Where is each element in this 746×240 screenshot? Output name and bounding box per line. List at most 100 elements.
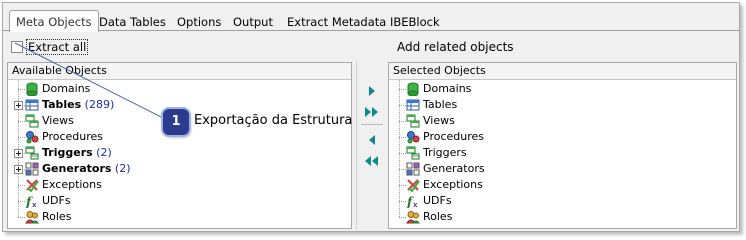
button-separator (361, 124, 383, 125)
object-type-name: Domains (42, 82, 91, 95)
tree-branch-line (399, 169, 406, 170)
svg-text:x: x (413, 201, 418, 208)
expand-plus-icon[interactable] (14, 101, 23, 110)
tree-node-label: Views (42, 113, 74, 129)
tree-branch-line (18, 201, 25, 202)
triggers-icon (406, 146, 420, 160)
tree-node-label: Triggers (2) (42, 145, 112, 161)
tree-branch-line (399, 201, 406, 202)
double-arrow-right-icon (365, 107, 378, 117)
add-related-objects-label: Add related objects (397, 40, 514, 54)
tree-branch-line (399, 105, 406, 106)
tree-node-label: Triggers (423, 145, 467, 161)
object-type-name: Roles (423, 210, 453, 223)
expand-plus-icon[interactable] (14, 165, 23, 174)
tree-node-roles[interactable]: Roles (389, 209, 736, 225)
tree-node-label: Exceptions (423, 177, 483, 193)
tree-branch-line (399, 153, 406, 154)
tables-icon (406, 99, 420, 111)
tab-meta-objects[interactable]: Meta Objects (9, 10, 99, 32)
exceptions-icon (407, 179, 420, 192)
tab-extract-metadata-ibeblock[interactable]: Extract Metadata IBEBlock (283, 13, 444, 31)
tree-branch-line (18, 121, 25, 122)
object-type-name: Exceptions (423, 178, 483, 191)
tree-node-procedures[interactable]: Procedures (389, 129, 736, 145)
tree-node-label: Roles (423, 209, 452, 225)
tree-node-domains[interactable]: Domains (389, 81, 736, 97)
object-type-name: Views (423, 114, 455, 127)
expand-plus-icon[interactable] (14, 149, 23, 158)
generators-icon (25, 162, 39, 176)
tree-node-label: UDFs (42, 193, 71, 209)
tree-node-label: Procedures (42, 129, 103, 145)
selected-objects-header: Selected Objects (389, 63, 736, 80)
object-type-name: Generators (423, 162, 485, 175)
tree-node-label: Domains (423, 81, 471, 97)
remove-all-button[interactable] (361, 152, 383, 170)
extract-all-label: Extract all (26, 39, 89, 55)
tree-node-triggers[interactable]: Triggers (2) (8, 145, 351, 161)
tab-options[interactable]: Options (173, 13, 225, 31)
tree-node-label: Tables (423, 97, 457, 113)
object-type-name: Triggers (423, 146, 467, 159)
object-type-name: Domains (423, 82, 472, 95)
available-objects-tree: Domains Tables (289) Views Procedures Trigge… (8, 80, 351, 225)
tree-node-udfs[interactable]: f x UDFs (8, 193, 351, 209)
tree-node-udfs[interactable]: f x UDFs (389, 193, 736, 209)
dialog-frame: Meta Objects Data Tables Options Output … (2, 2, 740, 232)
procedures-icon (407, 131, 420, 144)
tree-node-roles[interactable]: Roles (8, 209, 351, 225)
tree-node-triggers[interactable]: Triggers (389, 145, 736, 161)
tab-bar: Meta Objects Data Tables Options Output … (3, 3, 739, 32)
arrow-right-icon (369, 86, 375, 96)
add-all-button[interactable] (361, 103, 383, 121)
tab-data-tables[interactable]: Data Tables (95, 13, 170, 31)
tree-node-exceptions[interactable]: Exceptions (389, 177, 736, 193)
object-type-name: Roles (42, 210, 72, 223)
callout-number-badge: 1 (163, 109, 189, 135)
procedures-icon (26, 131, 39, 144)
object-type-name: Tables (423, 98, 458, 111)
tree-node-label: UDFs (423, 193, 452, 209)
object-count: (2) (96, 146, 112, 159)
tree-branch-line (18, 89, 25, 90)
udfs-icon: fx (25, 195, 37, 208)
tree-node-tables[interactable]: Tables (389, 97, 736, 113)
tree-branch-line (399, 89, 406, 90)
views-icon (406, 114, 420, 128)
object-type-name: Triggers (42, 146, 93, 159)
tree-node-exceptions[interactable]: Exceptions (8, 177, 351, 193)
tab-output[interactable]: Output (229, 13, 277, 31)
exceptions-icon (26, 179, 39, 192)
selected-objects-panel: Selected Objects Domains Tables Views Proce… (388, 62, 737, 229)
tree-node-views[interactable]: Views (389, 113, 736, 129)
tree-node-label: Roles (42, 209, 71, 225)
tree-node-domains[interactable]: Domains (8, 81, 351, 97)
svg-text:x: x (32, 201, 37, 208)
available-objects-header: Available Objects (8, 63, 351, 80)
views-icon (25, 114, 39, 128)
tree-branch-line (399, 121, 406, 122)
object-type-name: Generators (42, 162, 112, 175)
tree-branch-line (18, 217, 25, 218)
checkbox-box[interactable] (11, 41, 23, 53)
remove-selected-button[interactable] (361, 131, 383, 149)
udfs-icon: fx (406, 195, 418, 208)
object-type-name: Procedures (423, 130, 484, 143)
tree-node-label: Tables (289) (42, 97, 114, 113)
tree-node-label: Procedures (423, 129, 484, 145)
domains-icon (26, 82, 38, 96)
object-type-name: Procedures (42, 130, 103, 143)
domains-icon (407, 82, 419, 96)
generators-icon (406, 162, 420, 176)
panel-divider (356, 62, 357, 229)
tree-node-label: Domains (42, 81, 90, 97)
add-selected-button[interactable] (361, 82, 383, 100)
extract-all-checkbox[interactable]: Extract all (11, 39, 89, 55)
tables-icon (25, 99, 39, 111)
object-count: (2) (114, 162, 131, 175)
tree-branch-line (18, 185, 25, 186)
tree-node-generators[interactable]: Generators (389, 161, 736, 177)
object-type-name: Views (42, 114, 74, 127)
tree-node-generators[interactable]: Generators (2) (8, 161, 351, 177)
